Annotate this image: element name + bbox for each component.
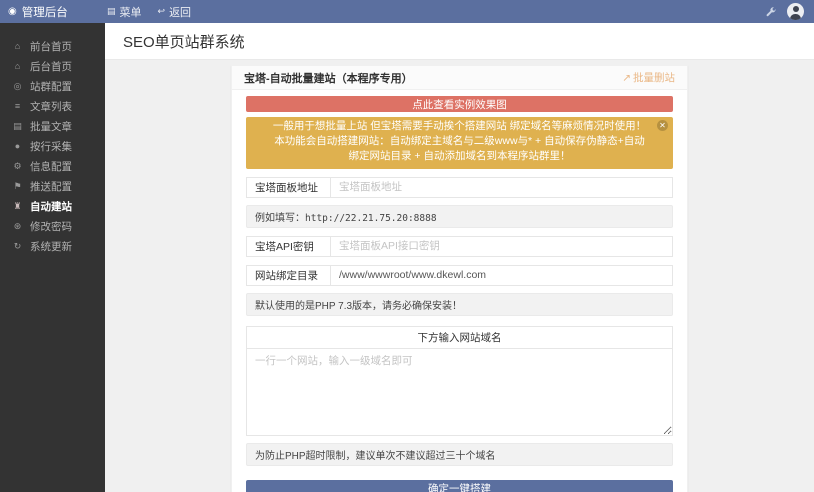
batch-delete-link[interactable]: ↗ 批量删站	[622, 70, 675, 85]
site-dir-input[interactable]	[331, 265, 672, 285]
sidebar-item-label: 自动建站	[30, 200, 72, 213]
sidebar-item-change-password[interactable]: ⊛ 修改密码	[0, 216, 105, 236]
api-key-row: 宝塔API密钥	[246, 235, 673, 257]
home-icon: ⌂	[14, 41, 21, 51]
page-title: SEO单页站群系统	[123, 33, 245, 51]
sidebar-item-label: 推送配置	[30, 180, 72, 193]
brand-title: 管理后台	[21, 6, 68, 19]
domains-limit-help: 为防止PHP超时限制，建议单次不建议超过三十个域名	[246, 442, 673, 466]
sidebar-item-label: 修改密码	[30, 220, 72, 233]
view-example-button[interactable]: 点此查看实例效果图	[246, 96, 673, 112]
sidebar-item-admin-home[interactable]: ⌂ 后台首页	[0, 56, 105, 76]
page-header: SEO单页站群系统	[105, 23, 814, 60]
brand-logo-icon: ◉	[8, 5, 17, 17]
alert-line-1: 一般用于想批量上站 但宝塔需要手动挨个搭建网站 绑定域名等麻烦情况时使用！	[272, 120, 647, 132]
dot-icon: ●	[14, 141, 21, 151]
back-label: 返回	[169, 6, 192, 19]
gear-icon: ◎	[13, 80, 22, 91]
avatar-head	[792, 6, 799, 12]
sidebar-item-label: 文章列表	[30, 100, 72, 113]
card-header: 宝塔-自动批量建站（本程序专用） ↗ 批量删站	[232, 66, 687, 90]
gear-icon: ⚙	[13, 160, 22, 171]
sidebar-item-push-config[interactable]: ⚑ 推送配置	[0, 176, 105, 196]
menu-icon: ▤	[107, 6, 116, 16]
usage-alert: 一般用于想批量上站 但宝塔需要手动挨个搭建网站 绑定域名等麻烦情况时使用！ 本功…	[246, 117, 673, 169]
refresh-icon: ↻	[13, 240, 22, 251]
list-icon: ≡	[14, 101, 21, 111]
avatar-shoulders	[790, 14, 801, 20]
sidebar-item-label: 信息配置	[30, 160, 72, 173]
baota-panel-card: 宝塔-自动批量建站（本程序专用） ↗ 批量删站 点此查看实例效果图 一般用于想批…	[231, 65, 688, 492]
sidebar-item-article-list[interactable]: ≡ 文章列表	[0, 96, 105, 116]
sidebar-item-label: 站群配置	[30, 80, 72, 93]
share-arrow-icon: ↗	[622, 71, 631, 84]
sidebar-item-label: 系统更新	[30, 240, 72, 253]
navbar-menu: ▤ 菜单 ↩ 返回	[105, 4, 191, 20]
panel-address-input[interactable]	[331, 177, 672, 197]
layout: ⌂ 前台首页 ⌂ 后台首页 ◎ 站群配置 ≡ 文章列表 ▤ 批量文章 ● 按行采…	[0, 23, 814, 492]
home-icon: ⌂	[14, 61, 21, 71]
building-icon: ♜	[13, 200, 22, 211]
help-prefix: 例如填写：	[255, 212, 305, 224]
app: ◉ 管理后台 ▤ 菜单 ↩ 返回 ⌂ 前台首页 ⌂ 后台首页 ◎ 站群配置 ≡ …	[0, 0, 814, 492]
batch-delete-label: 批量删站	[633, 72, 675, 84]
menu-toggle[interactable]: ▤ 菜单	[107, 4, 142, 20]
sidebar-item-auto-build[interactable]: ♜ 自动建站	[0, 196, 105, 216]
back-arrow-icon: ↩	[157, 6, 166, 16]
menu-label: 菜单	[119, 6, 142, 19]
sidebar-item-info-config[interactable]: ⚙ 信息配置	[0, 156, 105, 176]
sidebar-item-sites-config[interactable]: ◎ 站群配置	[0, 76, 105, 96]
site-dir-row: 网站绑定目录	[246, 264, 673, 286]
navbar-right	[765, 3, 814, 20]
site-dir-label: 网站绑定目录	[247, 265, 331, 285]
submit-build-button[interactable]: 确定一键搭建	[246, 479, 673, 492]
panel-address-label: 宝塔面板地址	[247, 177, 331, 197]
panel-address-row: 宝塔面板地址	[246, 176, 673, 198]
alert-close-icon[interactable]: ✕	[657, 120, 668, 131]
sidebar-item-label: 前台首页	[30, 40, 72, 53]
domains-header: 下方输入网站域名	[246, 325, 673, 349]
password-icon: ⊛	[13, 220, 22, 231]
content-area: 宝塔-自动批量建站（本程序专用） ↗ 批量删站 点此查看实例效果图 一般用于想批…	[105, 60, 814, 492]
api-key-input[interactable]	[331, 236, 672, 256]
domains-textarea[interactable]	[246, 347, 673, 436]
php-version-help: 默认使用的是PHP 7.3版本，请务必确保安装！	[246, 292, 673, 316]
wrench-icon[interactable]	[765, 6, 776, 17]
panel-address-help: 例如填写：http://22.21.75.20:8888	[246, 204, 673, 228]
back-button[interactable]: ↩ 返回	[158, 4, 192, 20]
brand[interactable]: ◉ 管理后台	[0, 4, 105, 20]
alert-line-2: 本功能会自动搭建网站：自动绑定主域名与二级www与* + 自动保存伪静态+自动绑…	[274, 135, 645, 163]
sidebar-item-label: 按行采集	[30, 140, 72, 153]
sidebar-item-system-update[interactable]: ↻ 系统更新	[0, 236, 105, 256]
avatar[interactable]	[787, 3, 804, 20]
api-key-label: 宝塔API密钥	[247, 236, 331, 256]
help-example-url: http://22.21.75.20:8888	[305, 212, 437, 224]
documents-icon: ▤	[13, 120, 22, 131]
sidebar-item-label: 后台首页	[30, 60, 72, 73]
main-area: SEO单页站群系统 宝塔-自动批量建站（本程序专用） ↗ 批量删站 点此查看实例…	[105, 23, 814, 492]
flag-icon: ⚑	[13, 180, 22, 191]
card-body: 点此查看实例效果图 一般用于想批量上站 但宝塔需要手动挨个搭建网站 绑定域名等麻…	[232, 90, 687, 492]
sidebar-item-label: 批量文章	[30, 120, 72, 133]
card-title: 宝塔-自动批量建站（本程序专用）	[244, 72, 413, 85]
top-navbar: ◉ 管理后台 ▤ 菜单 ↩ 返回	[0, 0, 814, 23]
sidebar-item-front-home[interactable]: ⌂ 前台首页	[0, 36, 105, 56]
sidebar-item-batch-articles[interactable]: ▤ 批量文章	[0, 116, 105, 136]
sidebar-item-line-collect[interactable]: ● 按行采集	[0, 136, 105, 156]
sidebar: ⌂ 前台首页 ⌂ 后台首页 ◎ 站群配置 ≡ 文章列表 ▤ 批量文章 ● 按行采…	[0, 23, 105, 492]
